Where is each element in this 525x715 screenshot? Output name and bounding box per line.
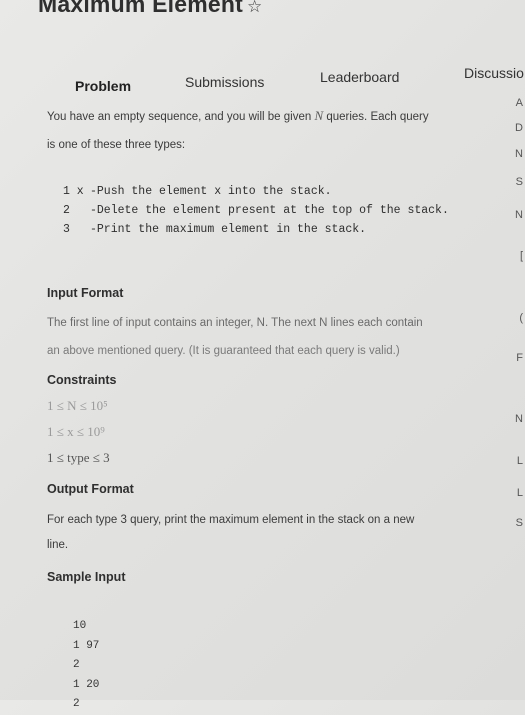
sample-input-line: 2 <box>73 698 80 710</box>
query-type-3: 3 -Print the maximum element in the stack… <box>63 220 366 239</box>
query-type-desc: -Delete the element present at the top o… <box>90 204 449 217</box>
input-format-line1: The first line of input contains an inte… <box>47 317 423 329</box>
output-format-line1: For each type 3 query, print the maximum… <box>47 514 415 526</box>
tab-problem[interactable]: Problem <box>75 78 131 94</box>
problem-intro-var: N <box>314 108 324 123</box>
sidebar-fragment: [ <box>519 250 523 262</box>
query-type-number: 1 x <box>63 185 84 198</box>
problem-intro-line2: is one of these three types: <box>47 139 186 151</box>
input-format-heading: Input Format <box>47 286 124 300</box>
constraints-heading: Constraints <box>47 373 117 387</box>
star-icon[interactable]: ☆ <box>247 0 262 16</box>
sidebar-fragment: A <box>515 97 523 109</box>
sidebar-fragment: F <box>516 352 523 364</box>
output-format-heading: Output Format <box>47 482 134 496</box>
tab-submissions[interactable]: Submissions <box>185 74 264 90</box>
query-type-number: 3 <box>63 223 70 236</box>
sample-input-line: 10 <box>73 620 87 632</box>
tab-discussions[interactable]: Discussio <box>464 65 524 81</box>
constraint-item-3: 1 ≤ type ≤ 3 <box>47 450 110 465</box>
problem-intro-text-end: queries. Each query <box>326 111 429 123</box>
page-title: Maximum Element ☆ <box>38 0 262 18</box>
sidebar-fragment: S <box>515 517 523 529</box>
sidebar-fragment: N <box>515 148 523 160</box>
sidebar-fragment: S <box>515 176 523 188</box>
query-type-number: 2 <box>63 204 70 217</box>
sidebar-fragment: L <box>516 487 523 499</box>
constraint-item-2: 1 ≤ x ≤ 10⁹ <box>47 424 105 439</box>
problem-intro-text: You have an empty sequence, and you will… <box>47 111 312 123</box>
sample-input-line: 1 97 <box>73 639 100 652</box>
input-format-line2: an above mentioned query. (It is guarant… <box>47 345 400 357</box>
sidebar-fragment: ( <box>519 312 523 324</box>
output-format-line2: line. <box>47 539 69 551</box>
sample-input-line: 2 <box>73 659 80 671</box>
tab-leaderboard[interactable]: Leaderboard <box>320 69 399 85</box>
sidebar-fragment: N <box>515 413 523 425</box>
query-type-2: 2 -Delete the element present at the top … <box>63 201 449 220</box>
sample-input-line: 1 20 <box>73 678 100 691</box>
problem-intro-line1: You have an empty sequence, and you will… <box>47 105 429 128</box>
sidebar-fragment: L <box>516 455 523 467</box>
sample-input-heading: Sample Input <box>47 570 126 584</box>
sidebar-fragment: N <box>515 209 523 221</box>
query-type-1: 1 x -Push the element x into the stack. <box>63 182 332 201</box>
query-type-desc: -Push the element x into the stack. <box>90 185 332 198</box>
sidebar-fragment: D <box>515 122 523 134</box>
constraint-item-1: 1 ≤ N ≤ 10⁵ <box>47 398 108 413</box>
page-title-text: Maximum Element <box>38 0 243 17</box>
query-type-desc: -Print the maximum element in the stack. <box>90 223 367 236</box>
